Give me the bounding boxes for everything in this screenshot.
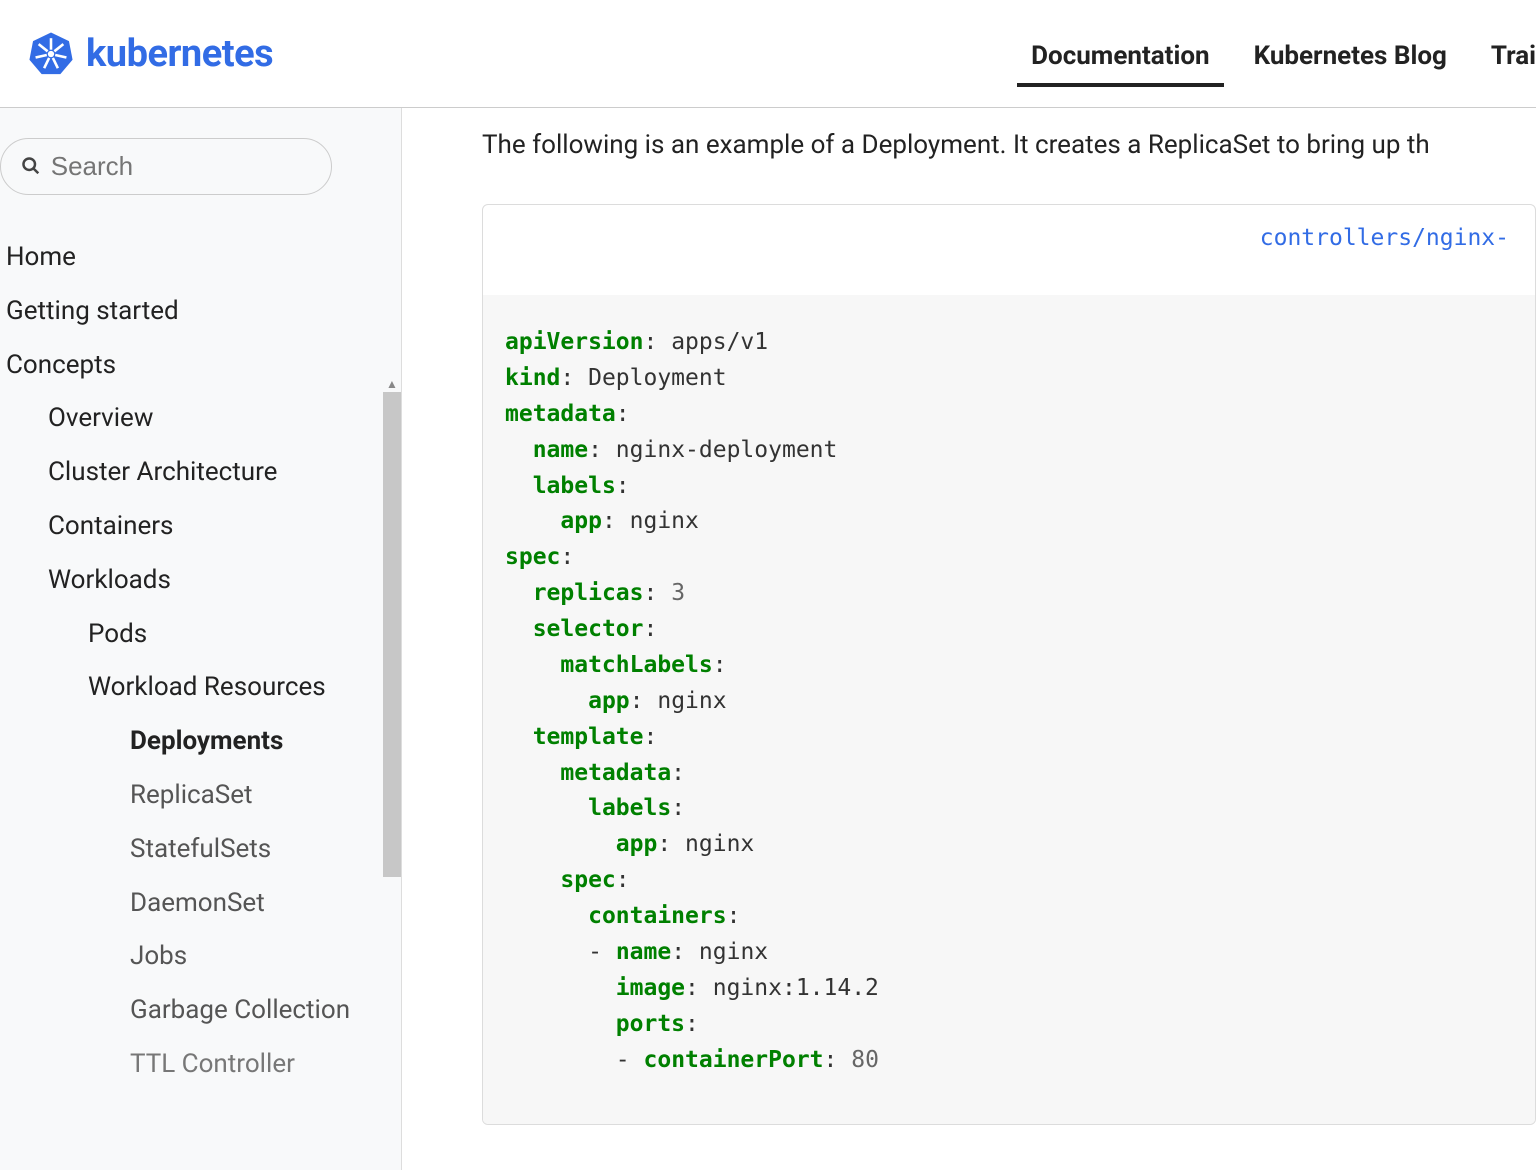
sidebar-item-daemonset[interactable]: DaemonSet xyxy=(6,877,401,931)
sidebar-item-getting-started[interactable]: Getting started xyxy=(6,285,401,339)
code-caption-link[interactable]: controllers/nginx- xyxy=(483,205,1535,295)
sidebar-item-ttl-controller[interactable]: TTL Controller xyxy=(6,1038,401,1092)
brand-text: kubernetes xyxy=(86,32,273,76)
scrollbar-up-icon[interactable]: ▲ xyxy=(383,376,401,392)
intro-paragraph: The following is an example of a Deploym… xyxy=(482,130,1536,160)
sidebar-item-deployments[interactable]: Deployments xyxy=(6,715,401,769)
sidebar-item-jobs[interactable]: Jobs xyxy=(6,930,401,984)
nav-item-documentation[interactable]: Documentation xyxy=(1031,3,1209,105)
nav-tree: HomeGetting startedConceptsOverviewClust… xyxy=(0,215,401,1092)
search-icon xyxy=(21,156,41,178)
sidebar-item-overview[interactable]: Overview xyxy=(6,392,401,446)
sidebar: HomeGetting startedConceptsOverviewClust… xyxy=(0,108,402,1170)
sidebar-item-cluster-architecture[interactable]: Cluster Architecture xyxy=(6,446,401,500)
sidebar-item-workload-resources[interactable]: Workload Resources xyxy=(6,661,401,715)
sidebar-item-replicaset[interactable]: ReplicaSet xyxy=(6,769,401,823)
sidebar-item-pods[interactable]: Pods xyxy=(6,608,401,662)
sidebar-item-workloads[interactable]: Workloads xyxy=(6,554,401,608)
brand[interactable]: kubernetes xyxy=(28,31,273,77)
sidebar-item-garbage-collection[interactable]: Garbage Collection xyxy=(6,984,401,1038)
sidebar-item-home[interactable]: Home xyxy=(6,231,401,285)
yaml-code[interactable]: apiVersion: apps/v1 kind: Deployment met… xyxy=(483,295,1535,1124)
sidebar-scrollbar-thumb[interactable] xyxy=(383,392,401,877)
sidebar-item-statefulsets[interactable]: StatefulSets xyxy=(6,823,401,877)
kubernetes-logo-icon xyxy=(28,31,74,77)
sidebar-item-concepts[interactable]: Concepts xyxy=(6,339,401,393)
code-example: controllers/nginx- apiVersion: apps/v1 k… xyxy=(482,204,1536,1125)
nav-item-kubernetes-blog[interactable]: Kubernetes Blog xyxy=(1254,3,1447,105)
top-nav: Documentation Kubernetes Blog Trai xyxy=(1031,0,1536,107)
nav-item-trai[interactable]: Trai xyxy=(1491,3,1536,105)
main-content: The following is an example of a Deploym… xyxy=(402,108,1536,1170)
search-input[interactable] xyxy=(51,151,311,182)
search-box[interactable] xyxy=(0,138,332,195)
top-header: kubernetes Documentation Kubernetes Blog T… xyxy=(0,0,1536,108)
sidebar-item-containers[interactable]: Containers xyxy=(6,500,401,554)
